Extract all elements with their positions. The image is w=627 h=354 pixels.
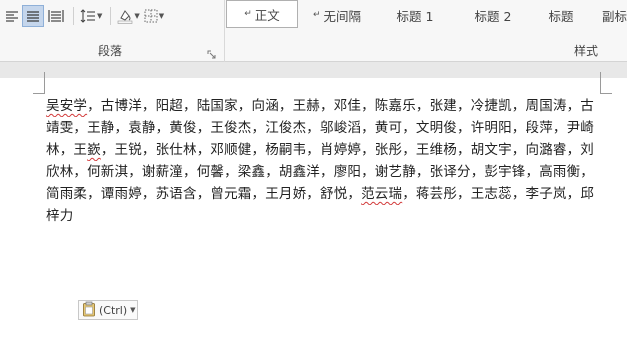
style-heading-1[interactable]: 标题 1 (376, 0, 454, 30)
text-line: 梓力 (46, 205, 604, 227)
paragraph-mark-icon: ↵ (244, 9, 252, 19)
paste-options-button[interactable]: (Ctrl) ▼ (78, 300, 138, 320)
shading-icon (117, 8, 133, 24)
text-segment: 欣林，何新淇，谢薪潼，何馨，梁鑫，胡鑫洋，廖阳，谢艺静，张译分，彭宇锋，高雨衡， (46, 164, 594, 180)
style-label: 标题 2 (474, 8, 512, 24)
distributed-icon (48, 9, 64, 23)
chevron-down-icon: ▼ (97, 12, 103, 20)
text-segment: ，蒋芸彤，王志蕊，李子岚，邱 (402, 186, 595, 202)
styles-group: ↵ 正文 ↵ 无间隔 标题 1 标题 2 标题 副标 样式 (226, 0, 627, 62)
style-subtitle[interactable]: 副标 (590, 0, 627, 30)
page-corner-mark-right (600, 72, 612, 94)
misspelled-word: 嶔 (87, 142, 101, 158)
align-left-button[interactable] (4, 5, 20, 27)
chevron-down-icon: ▼ (130, 306, 136, 314)
text-line: 欣林，何新淇，谢薪潼，何馨，梁鑫，胡鑫洋，廖阳，谢艺静，张译分，彭宇锋，高雨衡， (46, 161, 604, 183)
text-segment: ，王锐，张仕林，邓顺健，杨嗣韦，肖婷婷，张彤，王维杨，胡文宇，向潞睿，刘 (100, 142, 595, 158)
ribbon-document-gap (0, 62, 627, 78)
toolbar-separator (73, 7, 74, 25)
borders-icon (144, 9, 158, 23)
paste-options-label: (Ctrl) (99, 303, 128, 317)
chevron-down-icon: ▼ (134, 12, 140, 20)
misspelled-word: 吴安学 (46, 98, 88, 114)
clipboard-icon (82, 301, 96, 320)
document-body[interactable]: 吴安学，古博洋，阳超，陆国家，向涵，王赫，邓佳，陈嘉乐，张建，冷捷凯，周国涛，古… (46, 95, 604, 227)
ribbon: ▼ ▼ ▼ 段落 ↵ 正文 ↵ 无间隔 标题 1 标题 2 标题 副标 样式 (0, 0, 627, 62)
style-label: 标题 1 (396, 8, 434, 24)
misspelled-word: 范云瑞 (361, 186, 403, 202)
text-segment: ，古博洋，阳超，陆国家，向涵，王赫，邓佳，陈嘉乐，张建，冷捷凯，周国涛，古 (87, 98, 595, 114)
text-segment: 简雨柔，谭雨婷，苏语含，曾元霜，王月娇，舒悦， (46, 186, 362, 202)
text-segment: 靖雯，王静，袁静，黄俊，王俊杰，江俊杰，邬峻滔，黄可，文明俊，许明阳，段萍，尹崎 (46, 120, 594, 136)
distributed-button[interactable] (46, 5, 66, 27)
style-label: 无间隔 (323, 8, 362, 24)
align-left-icon (5, 9, 19, 23)
style-label: 正文 (254, 7, 280, 23)
chevron-down-icon: ▼ (158, 12, 165, 20)
style-normal[interactable]: ↵ 正文 (226, 0, 298, 28)
justify-button[interactable] (22, 5, 44, 27)
borders-button[interactable]: ▼ (143, 5, 165, 27)
text-line: 靖雯，王静，袁静，黄俊，王俊杰，江俊杰，邬峻滔，黄可，文明俊，许明阳，段萍，尹崎 (46, 117, 604, 139)
paragraph-mark-icon: ↵ (312, 10, 321, 20)
toolbar-separator (110, 7, 112, 25)
style-title[interactable]: 标题 (532, 0, 590, 30)
paragraph-group: ▼ ▼ ▼ 段落 (0, 0, 225, 62)
style-no-spacing[interactable]: ↵ 无间隔 (298, 0, 376, 30)
line-spacing-icon (80, 9, 96, 23)
text-line: 林，王嶔，王锐，张仕林，邓顺健，杨嗣韦，肖婷婷，张彤，王维杨，胡文宇，向潞睿，刘 (46, 139, 604, 161)
shading-button[interactable]: ▼ (116, 5, 140, 27)
style-heading-2[interactable]: 标题 2 (454, 0, 532, 30)
text-line: 简雨柔，谭雨婷，苏语含，曾元霜，王月娇，舒悦，范云瑞，蒋芸彤，王志蕊，李子岚，邱 (46, 183, 604, 205)
style-label: 副标 (601, 8, 627, 24)
page-corner-mark-left (33, 72, 45, 94)
dialog-launcher-icon[interactable] (207, 45, 217, 59)
text-segment: 林，王 (46, 142, 88, 158)
line-spacing-button[interactable]: ▼ (79, 5, 103, 27)
paragraph-group-label: 段落 (98, 44, 123, 58)
styles-group-label: 样式 (574, 44, 599, 58)
justify-icon (26, 9, 40, 23)
style-label: 标题 (548, 8, 574, 24)
paragraph-toolbar: ▼ ▼ ▼ (4, 4, 167, 28)
style-gallery: ↵ 正文 ↵ 无间隔 标题 1 标题 2 标题 副标 (226, 0, 627, 30)
text-segment: 梓力 (46, 208, 74, 224)
text-line: 吴安学，古博洋，阳超，陆国家，向涵，王赫，邓佳，陈嘉乐，张建，冷捷凯，周国涛，古 (46, 95, 604, 117)
